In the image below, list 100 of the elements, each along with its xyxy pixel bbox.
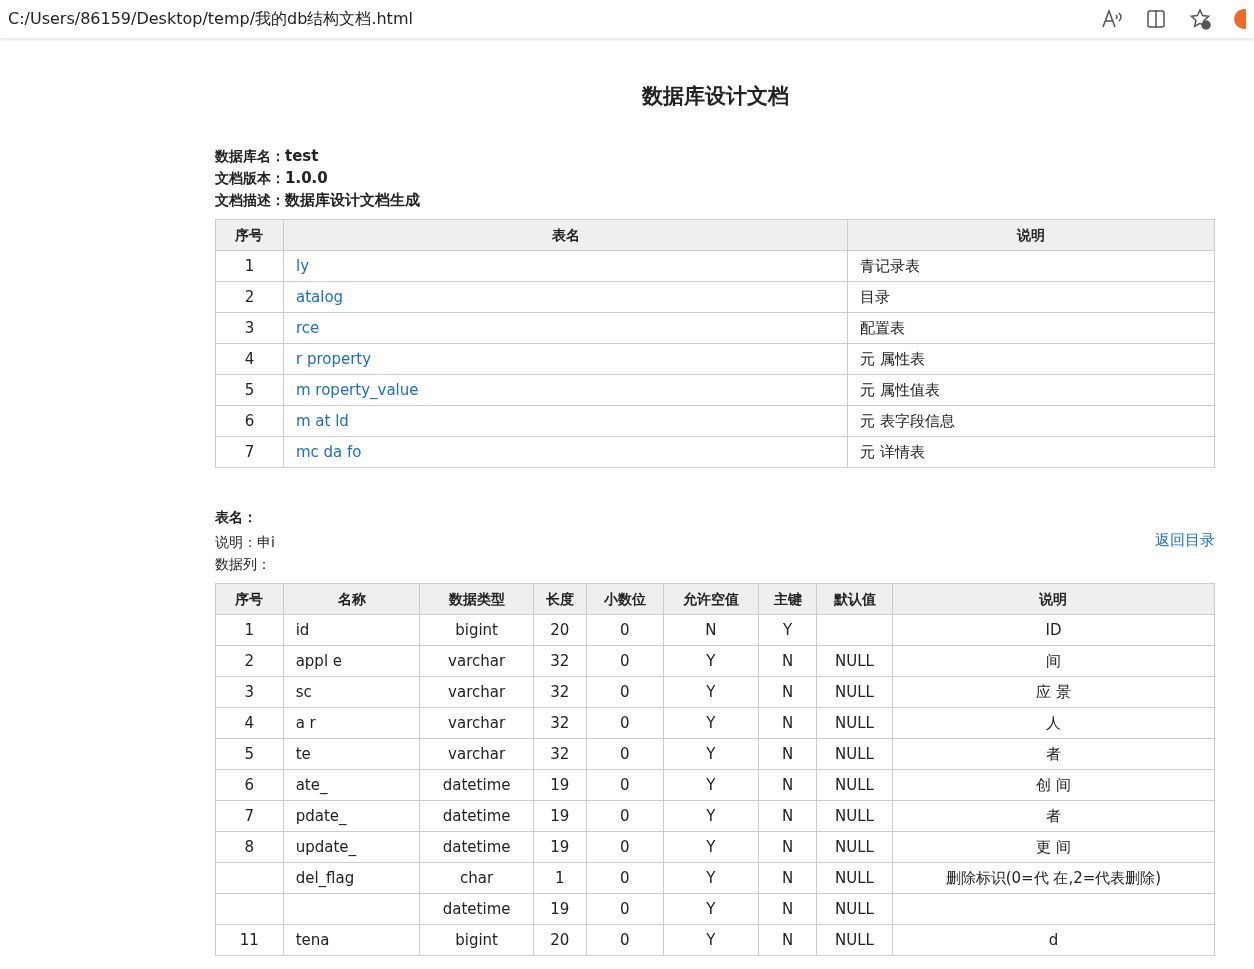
field-value: 1.0.0 (285, 169, 328, 188)
table-cell: pdate_ (295, 806, 347, 825)
table-cell: N (782, 868, 794, 887)
split-screen-icon[interactable] (1144, 7, 1168, 31)
column-header: 说明 (847, 219, 1215, 251)
table-cell: 更 间 (1036, 837, 1071, 856)
field-label: 文档描述： (215, 192, 285, 209)
table-cell: d (1048, 930, 1059, 949)
table-cell: 7 (215, 436, 284, 468)
table-cell: 0 (619, 775, 630, 794)
table-cell: 3 (244, 682, 255, 701)
table-cell: bigint (455, 930, 498, 949)
column-header: 主键 (758, 583, 817, 615)
table-cell: 19 (550, 899, 570, 918)
table-cell: 目录 (860, 287, 891, 306)
field-value: test (285, 147, 319, 166)
column-header: 长度 (533, 583, 587, 615)
table-cell: NULL (835, 775, 874, 794)
table-cell: NULL (835, 744, 874, 763)
table-cell: Y (706, 837, 716, 856)
table-cell: 0 (619, 713, 630, 732)
profile-icon[interactable] (1232, 7, 1246, 31)
column-header: 名称 (283, 583, 420, 615)
table-cell: NULL (835, 868, 874, 887)
table-cell: ID (1045, 620, 1062, 639)
table-cell: varchar (448, 744, 506, 763)
table-link[interactable]: rce (295, 318, 320, 337)
table-cell: 1 (215, 250, 284, 282)
table-cell: 青记录表 (860, 256, 921, 275)
table-cell: 2 (215, 281, 284, 313)
table-cell: 0 (619, 744, 630, 763)
table-cell: 应 景 (1036, 682, 1071, 701)
table-cell: 0 (619, 651, 630, 670)
field-label: 文档版本： (215, 170, 285, 187)
table-cell: 32 (550, 651, 570, 670)
table-cell: NULL (835, 651, 874, 670)
column-header: 表名 (283, 219, 848, 251)
favorites-add-icon[interactable] (1188, 7, 1212, 31)
table-cell: NULL (835, 899, 874, 918)
table-cell: 配置表 (860, 318, 906, 337)
table-cell: varchar (448, 713, 506, 732)
table-cell: Y (706, 775, 716, 794)
table-cell: 19 (550, 806, 570, 825)
table-cell: Y (706, 682, 716, 701)
table-cell: 32 (550, 682, 570, 701)
table-cell: Y (706, 806, 716, 825)
table-link[interactable]: m roperty_value (295, 380, 419, 399)
table-cell: N (782, 744, 794, 763)
table-cell: 者 (1045, 744, 1061, 763)
column-header: 序号 (215, 583, 284, 615)
table-link[interactable]: mc da fo (295, 442, 362, 461)
description-label: 说明： (215, 534, 257, 551)
column-header: 序号 (215, 219, 284, 251)
table-cell: datetime (442, 806, 511, 825)
address-field[interactable]: C:/Users/86159/Desktop/temp/我的db结构文档.html (8, 7, 1090, 31)
table-cell: 1 (555, 868, 565, 887)
table-cell: 0 (619, 837, 630, 856)
table-cell: bigint (455, 620, 498, 639)
table-cell: 0 (619, 806, 630, 825)
table-link[interactable]: r property (295, 349, 372, 368)
table-cell: varchar (448, 651, 506, 670)
table-link[interactable]: ly (295, 256, 309, 275)
column-header: 允许空值 (663, 583, 759, 615)
table-cell: datetime (442, 899, 511, 918)
table-cell: 者 (1045, 806, 1061, 825)
table-cell: update_ (295, 837, 356, 856)
table-cell: 6 (215, 405, 284, 437)
table-cell: NULL (835, 713, 874, 732)
column-header: 默认值 (816, 583, 893, 615)
table-link[interactable]: m at ld (295, 411, 349, 430)
column-header: 数据类型 (419, 583, 534, 615)
description-text: 申i (257, 534, 275, 551)
table-cell: N (782, 899, 794, 918)
table-cell: N (782, 806, 794, 825)
table-cell: N (782, 930, 794, 949)
table-cell: 5 (244, 744, 255, 763)
table-cell: 20 (550, 930, 570, 949)
table-cell: id (295, 620, 310, 639)
table-cell: 2 (244, 651, 255, 670)
table-cell: N (782, 775, 794, 794)
columns-label: 数据列： (215, 556, 271, 573)
table-cell: Y (706, 930, 716, 949)
table-cell: Y (783, 620, 793, 639)
table-cell: 删除标识(0=代 在,2=代表删除) (945, 868, 1162, 887)
table-cell: te (295, 744, 311, 763)
table-cell: 19 (550, 775, 570, 794)
table-cell: 1 (244, 620, 255, 639)
table-cell: char (460, 868, 494, 887)
table-cell: 19 (550, 837, 570, 856)
table-link[interactable]: atalog (295, 287, 344, 306)
table-cell: datetime (442, 775, 511, 794)
table-cell: Y (706, 651, 716, 670)
table-cell: N (782, 837, 794, 856)
table-cell: 元 表字段信息 (860, 411, 956, 430)
table-cell: 4 (215, 343, 284, 375)
table-cell: 5 (215, 374, 284, 406)
table-cell: 元 属性表 (860, 349, 926, 368)
table-cell: 0 (619, 899, 630, 918)
back-to-index-link[interactable]: 返回目录 (1155, 529, 1215, 552)
table-cell: 11 (239, 930, 259, 949)
